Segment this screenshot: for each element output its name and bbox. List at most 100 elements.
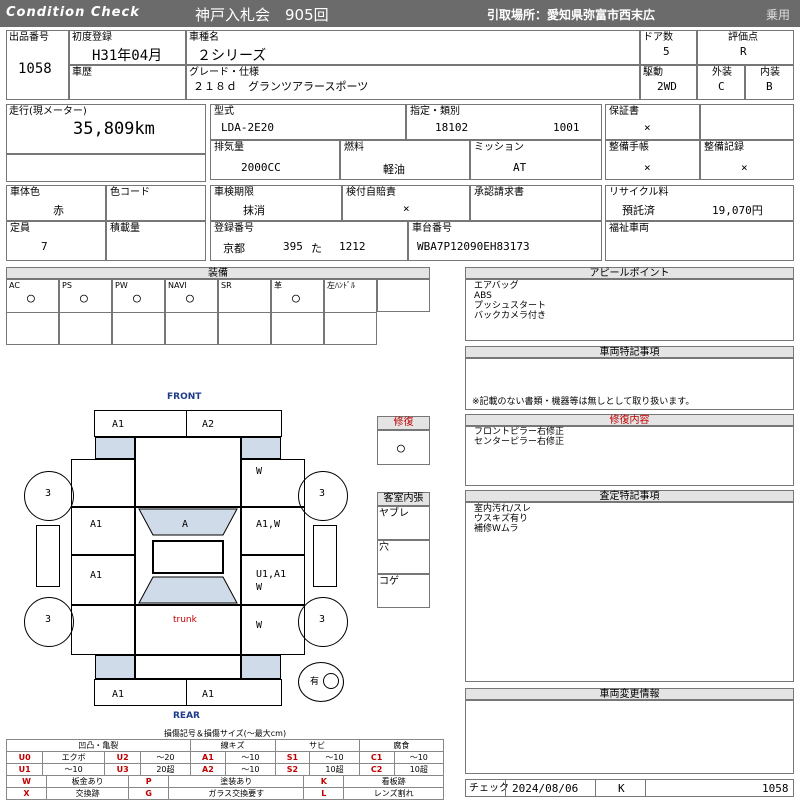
legend-table-2: W 板金あり P 塗装あり K 看板跡 X 交換跡 G ガラス交換要す L レンズ割れ (6, 775, 444, 800)
grade-box: グレード・仕様 ２１８ｄ グランツアラースポーツ (186, 65, 640, 100)
front-label: FRONT (167, 392, 202, 402)
equipment-label: PS (62, 281, 72, 290)
lot-box: 出品番号 1058 (6, 30, 69, 100)
equipment-value: ○ (186, 291, 194, 306)
equipment-label: SR (221, 281, 232, 290)
warranty: × (644, 121, 651, 134)
warranty-extra (700, 104, 794, 140)
legend-code: U2 (103, 751, 142, 764)
designation-label: 指定・類別 (410, 106, 460, 117)
taillight-left (95, 655, 135, 679)
equipment-label: PW (115, 281, 128, 290)
auction-title: 神戸入札会 905回 (195, 6, 329, 24)
color-code-box: 色コード (106, 185, 206, 221)
recycle-box: リサイクル料 預託済 19,070円 (605, 185, 794, 221)
legend-desc: 10超 (309, 763, 360, 776)
legend-code: C2 (358, 763, 395, 776)
drive-box: 駆動 2WD (640, 65, 697, 100)
rating-label: 評価点 (728, 32, 758, 43)
service-record: × (741, 161, 748, 174)
check-date: 2024/08/06 (512, 782, 579, 795)
rear-fender-right (241, 605, 305, 655)
mark-door-fl: A1 (90, 519, 103, 530)
legend-desc: ガラス交換要す (168, 787, 305, 800)
legend-code: G (128, 787, 170, 800)
mission-box: ミッション AT (470, 140, 602, 180)
legend-group: 腐食 (358, 739, 445, 752)
equipment-item: 左ﾊﾝﾄﾞﾙ (324, 279, 377, 345)
chassis-box: 車台番号 WBA7P12090EH83173 (408, 221, 602, 261)
legend-desc: 〜10 (309, 751, 360, 764)
logo: Condition Check (6, 5, 140, 20)
mirror-left (36, 525, 60, 587)
interior-damage-label: ヤブレ (379, 508, 409, 519)
legend-desc: 〜10 (42, 763, 105, 776)
legend-desc: 板金あり (45, 775, 130, 788)
load-box: 積載量 (106, 221, 206, 261)
divider (60, 312, 111, 313)
legend-desc: 〜20 (140, 751, 191, 764)
equipment-item: NAVI ○ (165, 279, 218, 345)
legend-code: L (303, 787, 345, 800)
mark-rear-right: A1 (202, 689, 215, 700)
spare-label: 有 (310, 677, 320, 687)
type-label: 型式 (214, 106, 234, 117)
welfare-box: 福祉車両 (605, 221, 794, 261)
check-inspector: K (618, 782, 625, 795)
plate-label: 登録番号 (214, 223, 254, 234)
mark-door-rr: U1,A1 (256, 569, 287, 580)
rear-window (138, 576, 238, 604)
fuel: 軽油 (383, 163, 405, 176)
exterior-label: 外装 (712, 67, 732, 78)
model-name: ２シリーズ (197, 48, 267, 64)
history-box: 車歴 (69, 65, 186, 100)
plate-number: 1212 (339, 240, 366, 253)
legend-table: 凹凸・亀裂 線キズ サビ 腐食 U0 エクボ U2 〜20 A1 〜10 S1 〜10 C1 〜10 U1 〜… (5, 739, 445, 776)
legend-code: S2 (274, 763, 311, 776)
legend-code: P (128, 775, 170, 788)
equipment-item: 革 ○ (271, 279, 324, 345)
grade-label: グレード・仕様 (189, 67, 259, 78)
trunk (135, 605, 241, 655)
fender-left (71, 459, 135, 507)
body-color: 赤 (53, 204, 64, 217)
appeal-box: エアバッグ ABS プッシュスタート バックカメラ付き (465, 279, 794, 341)
lot-number: 1058 (18, 61, 52, 77)
legend-desc: 交換跡 (45, 787, 130, 800)
interior-damage-title: 客室内張 (377, 492, 430, 506)
plate-box: 登録番号 京都 395 た 1212 (210, 221, 408, 261)
approval-label: 承認請求書 (474, 187, 524, 198)
welfare-label: 福祉車両 (609, 223, 649, 234)
trunk-label: trunk (173, 615, 197, 625)
repair-content-lines: フロントピラー右修正 センターピラー右修正 (474, 427, 564, 447)
roof-panel (152, 540, 224, 574)
interior-damage-item: 穴 (377, 540, 430, 574)
recycle-label: リサイクル料 (609, 187, 669, 198)
divider (645, 779, 646, 797)
headlight-right (241, 437, 281, 459)
divider (166, 312, 217, 313)
category: 乗用 (766, 8, 791, 22)
displacement: 2000CC (241, 161, 281, 174)
equipment-title: 装備 (6, 267, 430, 279)
legend-code: A2 (189, 763, 227, 776)
appeal-line: ABS (474, 291, 492, 301)
equipment-value: ○ (292, 291, 300, 306)
inspection-notes-lines: 室内汚れ/スレ ウスキズ有り 補修Wムラ (474, 504, 531, 534)
inspection-label: 車検期限 (214, 187, 254, 198)
tire-rear-left: 3 (24, 597, 74, 647)
taillight-right (241, 655, 281, 679)
interior-damage-item: ヤブレ (377, 506, 430, 540)
door-front-left (71, 507, 135, 555)
repair-content-line: フロントピラー右修正 (474, 427, 565, 437)
legend-desc: 〜10 (393, 751, 445, 764)
legend-code: C1 (358, 751, 395, 764)
designation-box: 指定・類別 18102 1001 (406, 104, 602, 140)
manual-label: 整備手帳 (609, 142, 649, 153)
change-info-box (465, 700, 794, 774)
appeal-line: エアバッグ (474, 281, 519, 291)
interior-damage-item: コゲ (377, 574, 430, 608)
insurance-box: 検付自賠責 × (342, 185, 470, 221)
capacity: 7 (41, 240, 48, 253)
plate-class: 395 (283, 240, 303, 253)
